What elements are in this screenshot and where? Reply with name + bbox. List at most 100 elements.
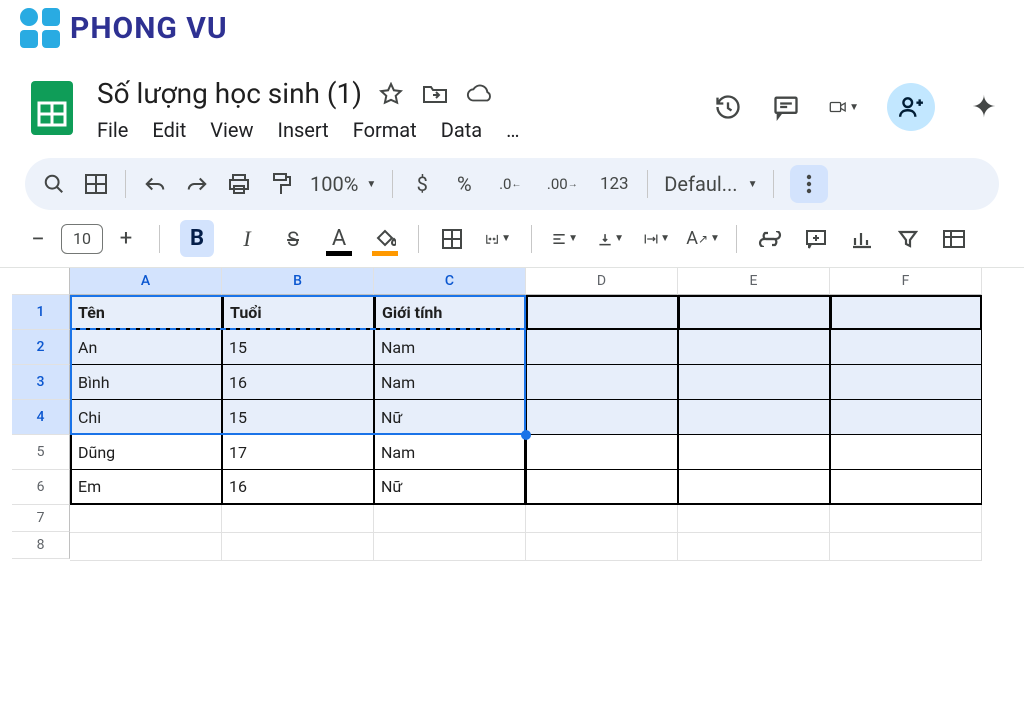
cell[interactable] (830, 330, 982, 365)
col-header[interactable]: B (222, 268, 374, 295)
menu-edit[interactable]: Edit (152, 118, 186, 142)
cell[interactable] (830, 470, 982, 505)
number-format-button[interactable]: 123 (597, 171, 631, 197)
cell[interactable]: Dũng (70, 435, 222, 470)
italic-button[interactable]: I (234, 226, 260, 252)
row-header[interactable]: 1 (12, 295, 70, 330)
font-selector[interactable]: Defaul...▼ (664, 172, 757, 196)
cell[interactable] (678, 533, 830, 561)
sheets-logo-icon[interactable] (25, 77, 79, 139)
cell[interactable]: Nữ (374, 400, 526, 435)
cell[interactable] (830, 365, 982, 400)
decrease-decimal-button[interactable]: .0← (493, 171, 527, 197)
cell[interactable]: Tuổi (222, 295, 374, 330)
cell[interactable] (678, 470, 830, 505)
bold-button[interactable]: B (180, 220, 214, 257)
cell[interactable] (70, 505, 222, 533)
col-header[interactable]: D (526, 268, 678, 295)
toolbar-overflow-button[interactable] (790, 165, 828, 203)
text-wrap-button[interactable]: ▼ (644, 226, 670, 252)
cell[interactable] (678, 330, 830, 365)
search-icon[interactable] (41, 171, 67, 197)
cell[interactable] (830, 533, 982, 561)
percent-button[interactable]: % (451, 171, 477, 197)
cell[interactable]: Nam (374, 365, 526, 400)
insert-comment-button[interactable] (803, 226, 829, 252)
comment-icon[interactable] (771, 92, 801, 122)
fontsize-input[interactable]: 10 (61, 224, 103, 254)
col-header[interactable]: E (678, 268, 830, 295)
cloud-status-icon[interactable] (466, 81, 492, 107)
text-color-button[interactable]: A (326, 226, 352, 252)
cell[interactable] (830, 400, 982, 435)
col-header[interactable]: C (374, 268, 526, 295)
cell[interactable] (374, 533, 526, 561)
zoom-selector[interactable]: 100%▼ (310, 172, 376, 196)
row-header[interactable]: 8 (12, 532, 70, 559)
text-rotation-button[interactable]: A↗▼ (690, 226, 716, 252)
insert-link-button[interactable] (757, 226, 783, 252)
cell[interactable]: 15 (222, 400, 374, 435)
merge-cells-button[interactable]: ▼ (485, 226, 511, 252)
cell[interactable] (222, 505, 374, 533)
cell[interactable]: 17 (222, 435, 374, 470)
insert-chart-button[interactable] (849, 226, 875, 252)
col-header[interactable]: F (830, 268, 982, 295)
fill-color-button[interactable] (372, 226, 398, 252)
cell[interactable] (526, 505, 678, 533)
star-icon[interactable] (378, 81, 404, 107)
menu-view[interactable]: View (210, 118, 253, 142)
meet-icon[interactable]: ▼ (829, 92, 859, 122)
share-button[interactable] (887, 83, 935, 131)
row-header[interactable]: 7 (12, 505, 70, 532)
strikethrough-button[interactable]: S (280, 226, 306, 252)
redo-icon[interactable] (184, 171, 210, 197)
vertical-align-button[interactable]: ▼ (598, 226, 624, 252)
cell[interactable] (830, 505, 982, 533)
cell[interactable]: Giới tính (374, 295, 526, 330)
print-icon[interactable] (226, 171, 252, 197)
menu-insert[interactable]: Insert (278, 118, 329, 142)
row-header[interactable]: 4 (12, 400, 70, 435)
cell[interactable] (830, 435, 982, 470)
select-all-corner[interactable] (12, 268, 70, 295)
history-icon[interactable] (713, 92, 743, 122)
paint-format-icon[interactable] (268, 171, 294, 197)
cell[interactable] (678, 295, 830, 330)
cell[interactable]: Bình (70, 365, 222, 400)
cell[interactable] (222, 533, 374, 561)
move-folder-icon[interactable] (422, 81, 448, 107)
cell[interactable]: An (70, 330, 222, 365)
cell[interactable] (830, 295, 982, 330)
cell[interactable] (526, 330, 678, 365)
row-header[interactable]: 2 (12, 330, 70, 365)
cell[interactable] (678, 400, 830, 435)
cell[interactable]: Em (70, 470, 222, 505)
cell[interactable]: 16 (222, 470, 374, 505)
cell[interactable] (70, 533, 222, 561)
cell[interactable]: 16 (222, 365, 374, 400)
cell[interactable] (526, 435, 678, 470)
cell[interactable]: Nam (374, 435, 526, 470)
borders-button[interactable] (439, 226, 465, 252)
cell[interactable] (678, 505, 830, 533)
tables-icon[interactable] (83, 171, 109, 197)
cell[interactable] (526, 365, 678, 400)
menu-more[interactable]: … (506, 118, 519, 142)
increase-decimal-button[interactable]: .00→ (543, 171, 581, 197)
col-header[interactable]: A (70, 268, 222, 295)
cell[interactable] (526, 533, 678, 561)
cell[interactable] (526, 400, 678, 435)
fontsize-decrease-button[interactable]: − (25, 226, 51, 252)
cell[interactable]: Nam (374, 330, 526, 365)
cell[interactable]: 15 (222, 330, 374, 365)
cell[interactable] (678, 365, 830, 400)
horizontal-align-button[interactable]: ▼ (552, 226, 578, 252)
cell[interactable] (678, 435, 830, 470)
cell[interactable] (526, 470, 678, 505)
cell[interactable] (374, 505, 526, 533)
row-header[interactable]: 3 (12, 365, 70, 400)
gemini-icon[interactable]: ✦ (969, 92, 999, 122)
menu-data[interactable]: Data (441, 118, 482, 142)
table-view-button[interactable] (941, 226, 967, 252)
